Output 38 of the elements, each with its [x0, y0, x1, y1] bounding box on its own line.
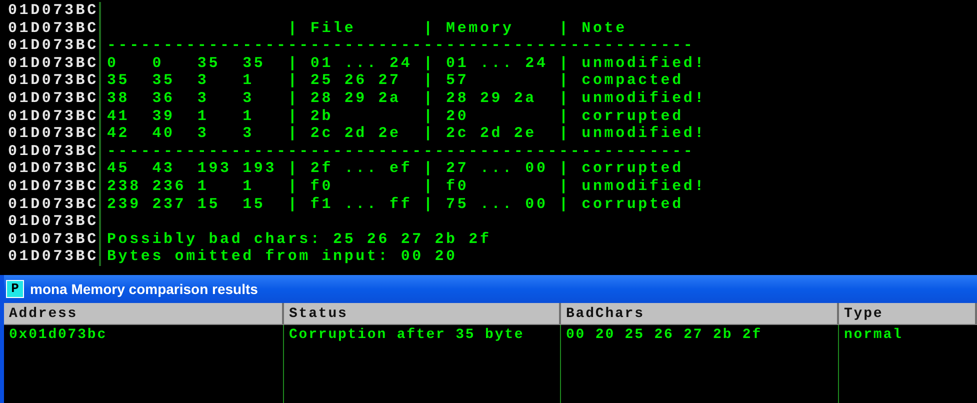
log-address: 01D073BC — [8, 178, 98, 195]
column-header[interactable]: Address — [4, 303, 284, 324]
log-address: 01D073BC — [8, 248, 98, 266]
log-address: 01D073BC — [8, 142, 98, 160]
window-title: mona Memory comparison results — [30, 280, 258, 299]
log-address: 01D073BC — [8, 2, 98, 19]
app-icon: P — [6, 280, 24, 298]
log-message: 38 36 3 3 | 28 29 2a | 28 29 2a | unmodified! — [106, 90, 706, 108]
table-cell-text: 00 20 25 26 27 2b 2f — [566, 326, 764, 345]
table-cell-text: Corruption after 35 byte — [289, 326, 526, 345]
log-address: 01D073BC — [8, 90, 98, 107]
log-message: | File | Memory | Note — [286, 20, 627, 38]
column-header[interactable]: Status — [284, 303, 561, 324]
log-address: 01D073BC — [8, 37, 98, 54]
column-header[interactable]: Type — [839, 303, 977, 324]
log-address: 01D073BC — [8, 108, 98, 125]
log-message: 239 237 15 15 | f1 ... ff | 75 ... 00 | corrupted — [106, 196, 684, 214]
log-address: 01D073BC — [8, 20, 98, 37]
log-address: 01D073BC — [8, 54, 98, 72]
log-address: 01D073BC — [8, 196, 98, 213]
log-address: 01D073BC — [8, 72, 98, 90]
log-message: 0 0 35 35 | 01 ... 24 | 01 ... 24 | unmodified! — [106, 54, 706, 72]
log-message: ---------------------------------------------------- — [106, 37, 695, 55]
log-address: 01D073BC — [8, 213, 98, 230]
table-cell-text: normal — [844, 326, 904, 345]
log-message: 41 39 1 1 | 2b | 20 | corrupted — [106, 108, 684, 126]
log-message: 238 236 1 1 | f0 | f0 | unmodified! — [106, 178, 706, 196]
log-message: Possibly bad chars: 25 26 27 2b 2f — [106, 230, 492, 248]
log-message: 45 43 193 193 | 2f ... ef | 27 ... 00 | corrupted — [106, 160, 684, 178]
log-message: 35 35 3 1 | 25 26 27 | 57 | compacted — [106, 72, 684, 90]
log-address: 01D073BC — [8, 125, 98, 142]
column-header[interactable]: BadChars — [561, 303, 839, 324]
table-cell-text: 0x01d073bc — [9, 326, 108, 345]
log-message: Bytes omitted from input: 00 20 — [106, 248, 458, 266]
log-address: 01D073BC — [8, 160, 98, 178]
log-message: 42 40 3 3 | 2c 2d 2e | 2c 2d 2e | unmodified! — [106, 125, 706, 143]
log-message: ---------------------------------------------------- — [106, 142, 695, 160]
log-address: 01D073BC — [8, 230, 98, 248]
